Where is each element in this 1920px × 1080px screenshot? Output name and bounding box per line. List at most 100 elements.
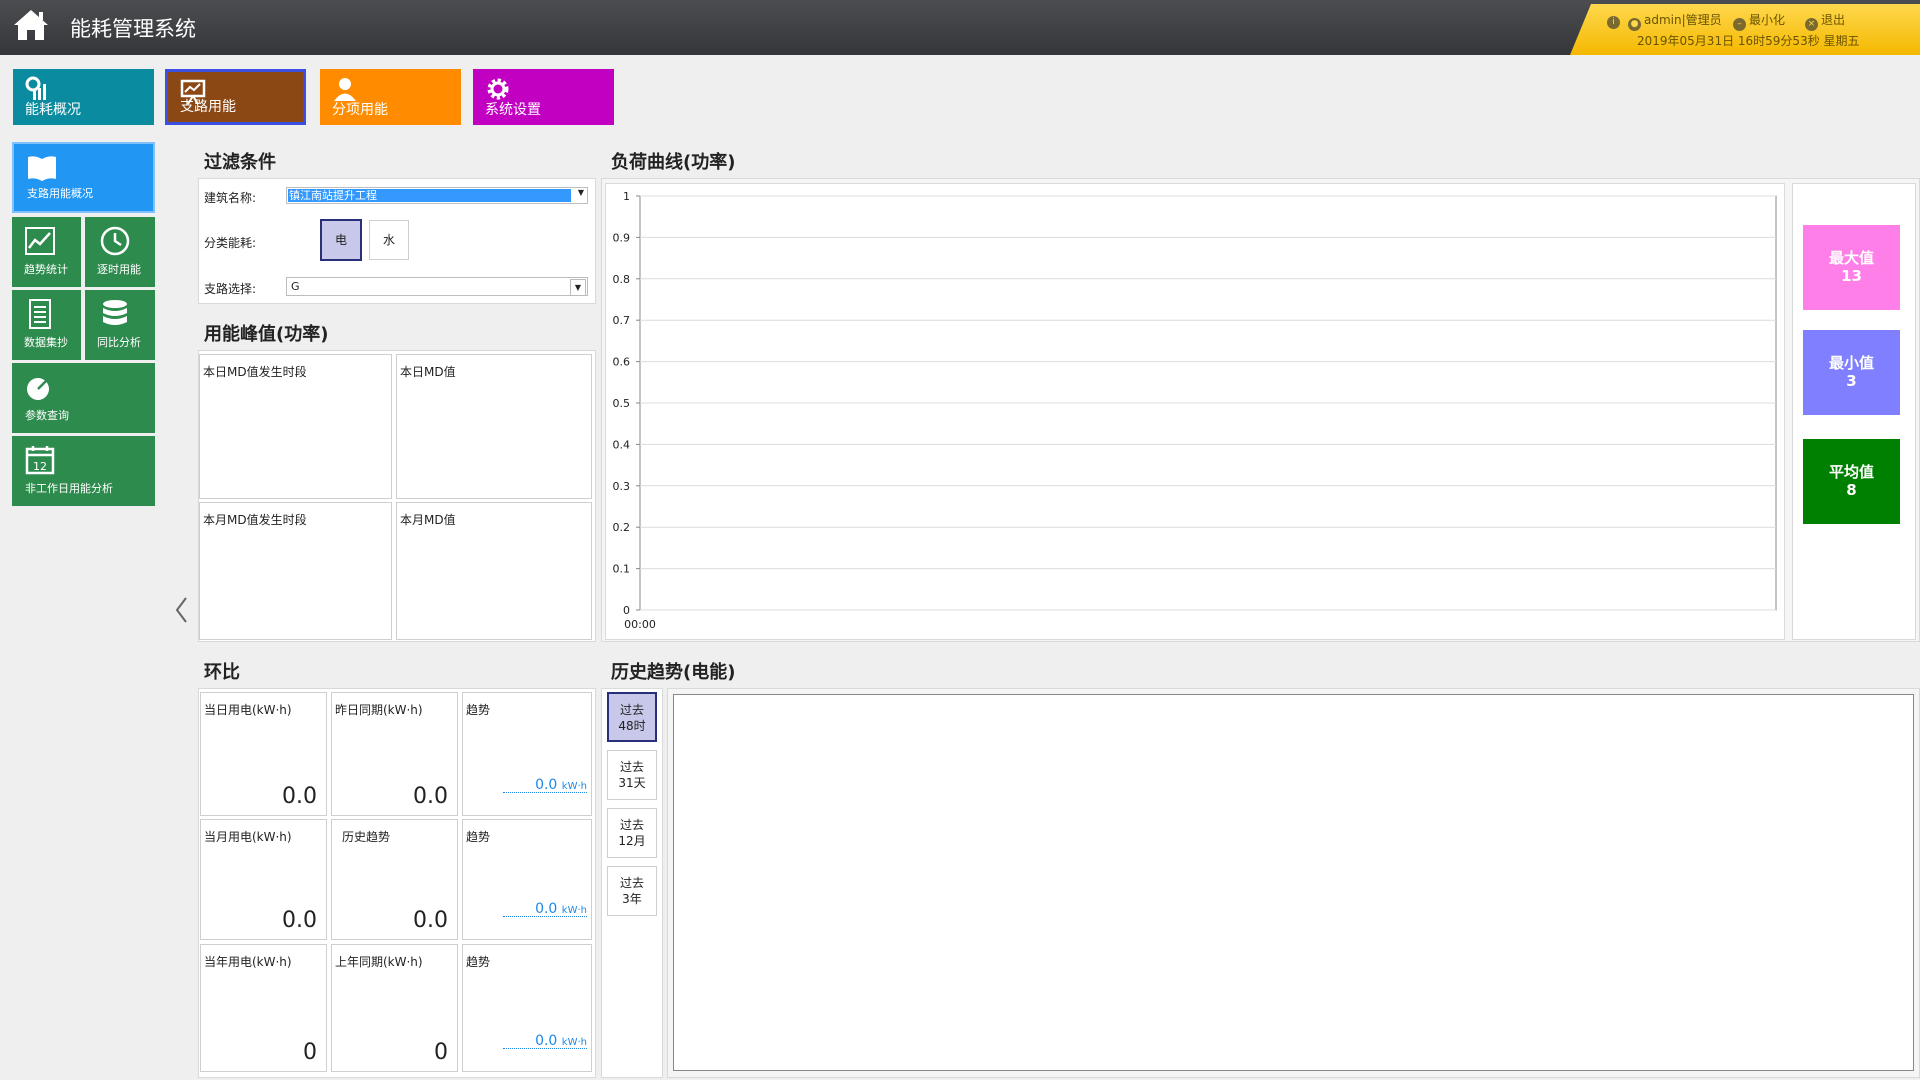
elec-toggle[interactable]: 电: [320, 219, 362, 261]
side-item-label: 逐时用能: [97, 263, 141, 276]
ratio-cell-day-trend: 趋势 0.0 kW·h: [462, 692, 592, 816]
side-item-hourly[interactable]: 逐时用能: [85, 217, 155, 287]
tab-label: 系统设置: [485, 102, 541, 118]
ratio-cell-day: 当日用电(kW·h) 0.0: [200, 692, 327, 816]
stat-avg-label: 平均值: [1828, 463, 1874, 481]
stat-max-value: 13: [1841, 267, 1862, 285]
side-item-yoy-analysis[interactable]: 同比分析: [85, 290, 155, 360]
stat-max: 最大值 13: [1803, 225, 1900, 310]
minimize-icon: –: [1733, 18, 1746, 31]
book-icon: [28, 156, 56, 181]
trend-value: 0.0: [535, 777, 558, 793]
x-tick-label: 00:00: [624, 618, 656, 631]
y-tick-label: 0.7: [613, 314, 631, 327]
period-12m-button[interactable]: 过去 12月: [607, 808, 657, 858]
minimize-button[interactable]: – 最小化: [1733, 11, 1785, 31]
trend-value: 0.0: [535, 1033, 558, 1049]
peak-cell-day-time: 本日MD值发生时段: [199, 354, 392, 499]
branch-select-value: G: [291, 280, 300, 293]
ratio-cell-month: 当月用电(kW·h) 0.0: [200, 819, 327, 940]
peak-cell-day-md: 本日MD值: [396, 354, 592, 499]
logout-label: 退出: [1821, 13, 1846, 27]
ratio-cell-last-year: 上年同期(kW·h) 0: [331, 944, 458, 1072]
stat-avg-value: 8: [1846, 481, 1857, 499]
building-select[interactable]: 镇江南站提升工程 ▼: [286, 187, 588, 204]
clock-icon: [100, 226, 130, 256]
stat-max-label: 最大值: [1828, 249, 1874, 267]
ratio-cell-year: 当年用电(kW·h) 0: [200, 944, 327, 1072]
side-item-label: 同比分析: [97, 336, 141, 349]
peak-cell-month-time: 本月MD值发生时段: [199, 502, 392, 640]
ratio-title: 环比: [204, 662, 240, 683]
tab-energy-overview[interactable]: 能耗概况: [13, 69, 154, 125]
branch-label: 支路选择:: [204, 282, 257, 296]
trend-unit: kW·h: [561, 905, 587, 916]
branch-select[interactable]: G ▼: [286, 277, 588, 296]
side-item-label: 非工作日用能分析: [25, 482, 113, 495]
user-menu[interactable]: ● admin|管理员: [1628, 11, 1722, 31]
ratio-cell-month-trend: 趋势 0.0 kW·h: [462, 819, 592, 940]
filter-title: 过滤条件: [204, 152, 276, 173]
satellite-dish-icon: [27, 375, 52, 400]
side-item-label: 支路用能概况: [27, 187, 93, 200]
chevron-down-icon: ▼: [577, 188, 584, 197]
side-item-trend-stats[interactable]: 趋势统计: [12, 217, 81, 287]
side-item-branch-overview[interactable]: 支路用能概况: [12, 142, 155, 213]
y-tick-label: 0.4: [613, 438, 631, 451]
y-tick-label: 0.8: [613, 273, 631, 286]
y-tick-label: 0: [623, 604, 630, 617]
category-label: 分类能耗:: [204, 236, 257, 250]
stat-min: 最小值 3: [1803, 330, 1900, 415]
peak-title: 用能峰值(功率): [204, 324, 329, 345]
y-tick-label: 0.3: [613, 480, 631, 493]
period-31d-button[interactable]: 过去 31天: [607, 750, 657, 800]
period-48h-button[interactable]: 过去 48时: [607, 692, 657, 742]
stat-min-label: 最小值: [1828, 354, 1874, 372]
database-icon: [103, 300, 127, 325]
side-item-param-query[interactable]: 参数查询: [12, 363, 155, 433]
peak-cell-month-md: 本月MD值: [396, 502, 592, 640]
tab-label: 支路用能: [180, 99, 236, 115]
user-icon: ●: [1628, 18, 1641, 31]
tab-system-settings[interactable]: 系统设置: [473, 69, 614, 125]
stat-avg: 平均值 8: [1803, 439, 1900, 524]
y-tick-label: 0.2: [613, 521, 631, 534]
side-item-label: 趋势统计: [24, 263, 68, 276]
trend-value: 0.0: [535, 901, 558, 917]
home-icon[interactable]: [12, 7, 50, 43]
tab-branch-energy[interactable]: 支路用能: [165, 69, 306, 125]
period-3y-button[interactable]: 过去 3年: [607, 866, 657, 916]
calendar-day: 12: [33, 460, 47, 473]
y-tick-label: 0.5: [613, 397, 631, 410]
datetime: 2019年05月31日 16时59分53秒 星期五: [1637, 34, 1860, 48]
minimize-label: 最小化: [1749, 13, 1786, 27]
user-name: admin|管理员: [1644, 13, 1722, 27]
tab-label: 分项用能: [332, 102, 388, 118]
building-label: 建筑名称:: [204, 191, 257, 205]
load-curve-chart: 0 0.1 0.2 0.3 0.4 0.5 0.6 0.7 0.8 0.9 1 00:00: [613, 190, 1777, 631]
tab-sub-energy[interactable]: 分项用能: [320, 69, 461, 125]
line-chart-icon: [25, 227, 55, 255]
ratio-cell-history: 历史趋势 0.0: [331, 819, 458, 940]
chevron-left-icon[interactable]: [174, 596, 188, 624]
history-title: 历史趋势(电能): [611, 662, 736, 683]
info-icon[interactable]: i: [1607, 11, 1623, 29]
stat-min-value: 3: [1846, 372, 1857, 390]
history-chart: [673, 694, 1914, 1071]
document-list-icon: [29, 299, 51, 329]
side-item-data-reading[interactable]: 数据集抄: [12, 290, 81, 360]
y-tick-label: 1: [623, 190, 630, 203]
tab-label: 能耗概况: [25, 102, 81, 118]
y-tick-label: 0.1: [613, 563, 631, 576]
logout-button[interactable]: × 退出: [1805, 11, 1845, 31]
user-panel: i ● admin|管理员 – 最小化 × 退出 2019年05月31日 16时59分…: [1570, 4, 1920, 55]
side-item-label: 参数查询: [25, 409, 69, 422]
ratio-cell-yesterday: 昨日同期(kW·h) 0.0: [331, 692, 458, 816]
side-item-nonworkday[interactable]: 12 非工作日用能分析: [12, 436, 155, 506]
app-title: 能耗管理系统: [70, 17, 196, 41]
load-curve-title: 负荷曲线(功率): [611, 152, 736, 173]
ratio-cell-year-trend: 趋势 0.0 kW·h: [462, 944, 592, 1072]
y-tick-label: 0.6: [613, 356, 631, 369]
calendar-icon: 12: [25, 446, 55, 475]
water-toggle[interactable]: 水: [369, 220, 409, 260]
